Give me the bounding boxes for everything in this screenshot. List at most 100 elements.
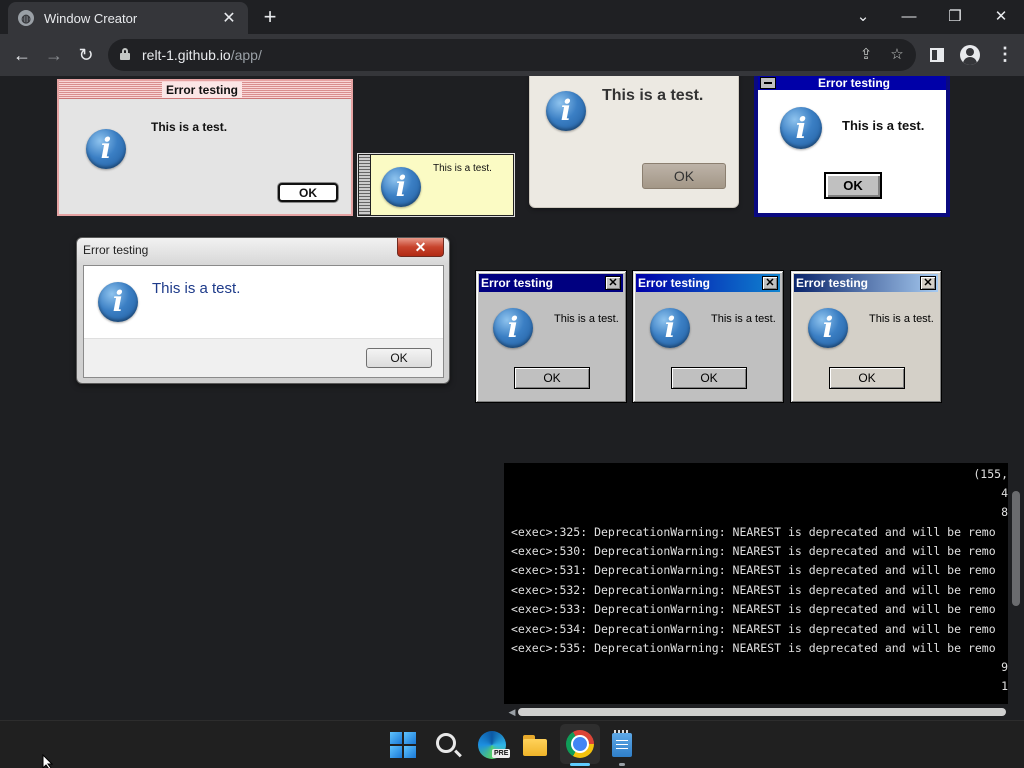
dialog-title: Error testing <box>796 276 869 290</box>
dialog-mac-pink: Error testing i This is a test. OK <box>57 79 353 216</box>
chrome-icon <box>566 730 594 758</box>
page-vertical-scrollbar[interactable] <box>1008 76 1024 720</box>
console-line: <exec>:534: DeprecationWarning: NEAREST … <box>511 622 996 636</box>
info-icon: i <box>493 308 533 348</box>
ok-button[interactable]: OK <box>824 172 882 199</box>
scrollbar-thumb[interactable] <box>518 708 1006 716</box>
console-line: (155, <box>973 467 1008 481</box>
info-icon: i <box>780 107 822 149</box>
dialog-message: This is a test. <box>602 87 704 104</box>
back-arrow-icon[interactable]: ← <box>9 43 35 67</box>
tab-window-creator[interactable]: ◍ Window Creator ✕ <box>8 2 248 34</box>
console-output[interactable]: (155, 4 8 <exec>:325: DeprecationWarning… <box>504 463 1008 704</box>
tab-search-icon[interactable]: ⌄ <box>843 4 883 30</box>
info-icon: i <box>381 167 421 207</box>
ok-button[interactable]: OK <box>829 367 905 389</box>
browser-toolbar: ← → ↻ relt-1.github.io/app/ ⇪ ☆ ⋮ <box>0 34 1024 76</box>
dialog-message: This is a test. <box>842 118 925 133</box>
dialog-mac-beige: i This is a test. OK <box>529 76 739 208</box>
dialog-message: This is a test. <box>869 313 934 325</box>
info-icon: i <box>546 91 586 131</box>
dialog-win98-blue: Error testing ✕ i This is a test. OK <box>632 270 784 403</box>
url-path: /app/ <box>230 47 262 63</box>
profile-avatar-icon[interactable] <box>960 45 980 65</box>
url-text: relt-1.github.io/app/ <box>142 47 262 63</box>
info-icon: i <box>86 129 126 169</box>
ok-button[interactable]: OK <box>366 348 432 368</box>
ok-button[interactable]: OK <box>671 367 747 389</box>
ok-button[interactable]: OK <box>514 367 590 389</box>
windows-start-icon[interactable] <box>390 732 416 758</box>
edge-browser-icon[interactable]: PRE <box>478 731 511 759</box>
dialog-titlebar[interactable]: Error testing ✕ <box>794 274 938 292</box>
dialog-title: Error testing <box>818 76 891 90</box>
dialog-message: This is a test. <box>152 280 241 297</box>
menu-kebab-icon[interactable]: ⋮ <box>996 45 1014 65</box>
running-app-indicator <box>619 763 625 766</box>
console-line: 9 <box>1001 660 1008 674</box>
close-icon[interactable]: ✕ <box>605 276 621 290</box>
dialog-titlebar[interactable]: Error testing ✕ <box>479 274 623 292</box>
dialog-mac-yellow: i This is a test. <box>358 154 514 216</box>
dialog-client-area: i This is a test. OK <box>83 265 444 378</box>
dialog-footer: OK <box>84 338 443 377</box>
window-drag-strip[interactable] <box>359 155 371 215</box>
scroll-left-icon[interactable]: ◀ <box>506 706 518 718</box>
console-line: <exec>:325: DeprecationWarning: NEAREST … <box>511 525 996 539</box>
dialog-win2000: Error testing ✕ i This is a test. OK <box>790 270 942 403</box>
dialog-win95-navy: Error testing ✕ i This is a test. OK <box>475 270 627 403</box>
active-app-indicator <box>570 763 590 766</box>
reload-icon[interactable]: ↻ <box>73 43 99 67</box>
tab-close-icon[interactable]: ✕ <box>220 8 238 28</box>
tab-title: Window Creator <box>44 10 138 26</box>
taskbar <box>0 720 1024 768</box>
restore-button[interactable]: ❐ <box>935 4 975 30</box>
info-icon: i <box>650 308 690 348</box>
console-line: 8 <box>1001 505 1008 519</box>
file-explorer-icon[interactable] <box>521 731 549 759</box>
console-line: 1 <box>1001 679 1008 693</box>
console-line: <exec>:535: DeprecationWarning: NEAREST … <box>511 641 996 655</box>
close-icon[interactable]: ✕ <box>397 238 444 257</box>
console-line: <exec>:531: DeprecationWarning: NEAREST … <box>511 563 996 577</box>
system-menu-icon[interactable] <box>760 77 776 89</box>
side-panel-icon[interactable] <box>927 45 947 65</box>
dialog-message: This is a test. <box>711 313 776 325</box>
search-icon[interactable] <box>434 731 462 759</box>
dialog-title: Error testing <box>162 82 243 98</box>
dialog-titlebar[interactable]: Error testing <box>59 81 351 99</box>
globe-icon: ◍ <box>18 10 34 26</box>
share-icon[interactable]: ⇪ <box>857 46 875 64</box>
dialog-win31: Error testing i This is a test. OK <box>754 76 950 217</box>
url-host: relt-1.github.io <box>142 47 231 63</box>
scrollbar-thumb[interactable] <box>1012 491 1020 606</box>
address-bar[interactable]: relt-1.github.io/app/ ⇪ ☆ <box>108 39 916 71</box>
info-icon: i <box>98 282 138 322</box>
close-icon[interactable]: ✕ <box>762 276 778 290</box>
new-tab-button[interactable]: + <box>260 6 280 28</box>
console-line: <exec>:530: DeprecationWarning: NEAREST … <box>511 544 996 558</box>
dialog-message: This is a test. <box>151 120 228 134</box>
dialog-win7: Error testing ✕ i This is a test. OK <box>76 237 450 384</box>
notepad-icon[interactable] <box>608 730 636 758</box>
ok-button[interactable]: OK <box>642 163 726 189</box>
lock-icon[interactable] <box>120 48 130 60</box>
chrome-taskbar-button[interactable] <box>560 724 600 764</box>
dialog-message: This is a test. <box>433 163 492 174</box>
dialog-title: Error testing <box>481 276 554 290</box>
close-window-button[interactable]: ✕ <box>981 4 1021 30</box>
dialog-titlebar[interactable]: Error testing <box>758 76 946 90</box>
info-icon: i <box>808 308 848 348</box>
forward-arrow-icon[interactable]: → <box>41 43 67 67</box>
bookmark-star-icon[interactable]: ☆ <box>888 46 906 64</box>
mouse-cursor-icon <box>42 754 54 768</box>
dialog-titlebar[interactable]: Error testing ✕ <box>636 274 780 292</box>
page-viewport: Error testing i This is a test. OK i Thi… <box>0 76 1024 720</box>
minimize-button[interactable]: — <box>889 4 929 30</box>
edge-badge: PRE <box>492 749 511 758</box>
console-line: <exec>:532: DeprecationWarning: NEAREST … <box>511 583 996 597</box>
close-icon[interactable]: ✕ <box>920 276 936 290</box>
console-horizontal-scrollbar[interactable]: ◀ <box>504 704 1008 720</box>
console-line: <exec>:533: DeprecationWarning: NEAREST … <box>511 602 996 616</box>
ok-button[interactable]: OK <box>278 183 338 202</box>
